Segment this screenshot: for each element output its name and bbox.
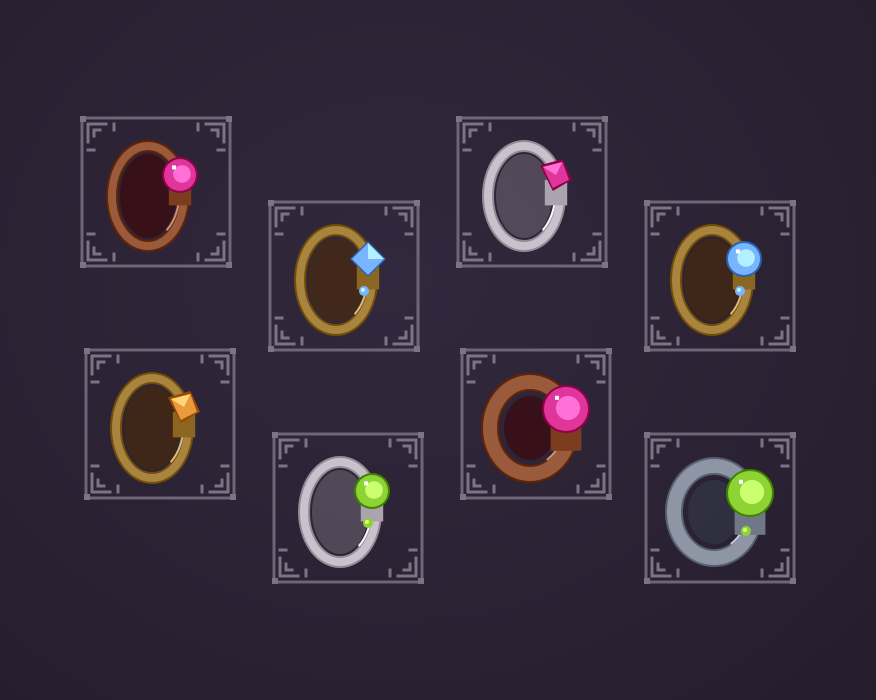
ring-icon [665, 457, 774, 567]
gem-glint [172, 165, 176, 170]
gem-facet [555, 395, 581, 421]
ring-icon [670, 224, 762, 336]
gem-glint [364, 481, 368, 486]
gem-facet [368, 243, 384, 259]
ring-icon [482, 140, 572, 252]
ring-hollow [308, 238, 364, 322]
ring-icon [110, 372, 200, 484]
inventory-slot-5[interactable] [84, 348, 236, 500]
ring-icon [481, 373, 590, 483]
accent-gem-glint [361, 288, 365, 292]
ring-icon [106, 140, 198, 252]
ring-icon [294, 224, 386, 336]
gem-glint [736, 249, 740, 254]
accent-gem-glint [737, 288, 741, 292]
gem-glint [739, 479, 743, 484]
inventory-slot-4[interactable] [644, 200, 796, 352]
inventory-slot-7[interactable] [460, 348, 612, 500]
ring-icon [298, 456, 390, 568]
inventory-slot-2[interactable] [268, 200, 420, 352]
gem-glint [555, 395, 559, 400]
inventory-slot-1[interactable] [80, 116, 232, 268]
accent-gem-glint [365, 520, 369, 524]
inventory-slot-3[interactable] [456, 116, 608, 268]
accent-gem-glint [743, 528, 747, 532]
inventory-slot-6[interactable] [272, 432, 424, 584]
gem-facet [739, 479, 765, 505]
inventory-slot-8[interactable] [644, 432, 796, 584]
inventory-scene [0, 0, 876, 700]
